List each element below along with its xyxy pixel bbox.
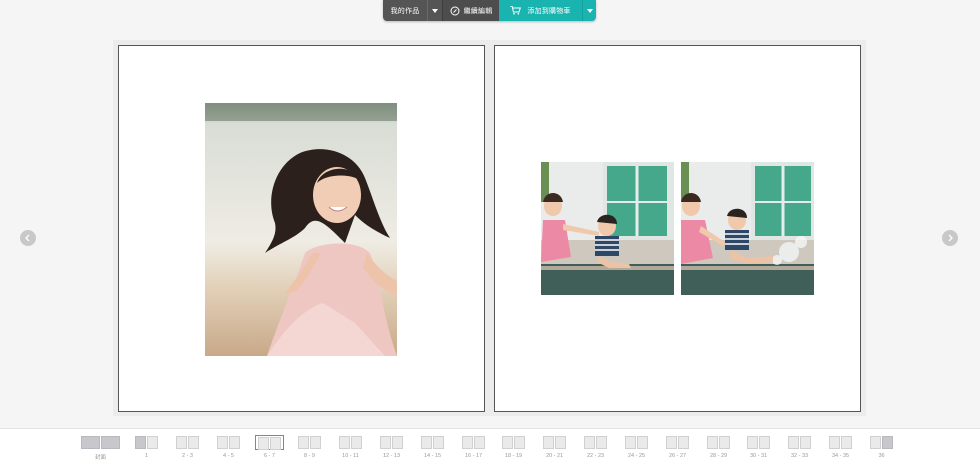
thumbnail-page-2-3[interactable]: 2 - 3 xyxy=(175,435,200,463)
thumbnail-preview xyxy=(746,435,771,450)
thumbnail-preview xyxy=(624,435,649,450)
thumbnail-preview xyxy=(787,435,812,450)
right-page[interactable] xyxy=(494,45,861,412)
thumbnail-preview xyxy=(501,435,526,450)
thumbnail-label: 4 - 5 xyxy=(222,453,234,459)
edit-icon xyxy=(450,6,460,15)
thumbnail-preview xyxy=(665,435,690,450)
add-to-cart-button[interactable]: 添加到購物車 xyxy=(499,0,582,21)
thumbnail-page-8-9[interactable]: 8 - 9 xyxy=(297,435,322,463)
thumbnail-preview xyxy=(706,435,731,450)
thumbnail-preview xyxy=(338,435,363,450)
thumbnail-label: 24 - 25 xyxy=(627,453,646,459)
book-spread xyxy=(113,40,866,416)
thumbnail-page-22-23[interactable]: 22 - 23 xyxy=(583,435,608,463)
top-toolbar: 我的作品 繼續編輯 添加到購物車 xyxy=(383,0,596,21)
next-page-button[interactable] xyxy=(942,230,958,246)
thumbnail-cover[interactable]: 封面 xyxy=(80,435,121,463)
continue-edit-label: 繼續編輯 xyxy=(463,7,493,15)
thumbnail-page-6-7[interactable]: 6 - 7 xyxy=(255,435,284,463)
thumbnail-preview xyxy=(420,435,445,450)
thumbnail-label: 32 - 33 xyxy=(790,453,809,459)
thumbnail-label: 18 - 19 xyxy=(504,453,523,459)
thumbnail-preview xyxy=(216,435,241,450)
thumbnail-label: 22 - 23 xyxy=(586,453,605,459)
add-to-cart-label: 添加到購物車 xyxy=(527,7,571,15)
kids-by-pool-photo-2[interactable] xyxy=(681,162,814,295)
my-works-label: 我的作品 xyxy=(390,7,420,15)
kids-by-pool-image-2 xyxy=(681,162,814,295)
thumbnail-preview xyxy=(461,435,486,450)
left-page[interactable] xyxy=(118,45,485,412)
thumbnail-label: 36 xyxy=(878,453,885,459)
thumbnail-preview xyxy=(134,435,159,450)
cart-dropdown-button[interactable] xyxy=(582,0,596,21)
thumbnail-page-36[interactable]: 36 xyxy=(869,435,894,463)
thumbnail-preview xyxy=(379,435,404,450)
chevron-down-icon xyxy=(432,8,438,13)
thumbnail-page-20-21[interactable]: 20 - 21 xyxy=(542,435,567,463)
thumbnail-page-4-5[interactable]: 4 - 5 xyxy=(216,435,241,463)
thumbnail-page-18-19[interactable]: 18 - 19 xyxy=(501,435,526,463)
thumbnail-page-32-33[interactable]: 32 - 33 xyxy=(787,435,812,463)
thumbnail-label: 2 - 3 xyxy=(181,453,193,459)
thumbnail-label: 6 - 7 xyxy=(263,453,275,459)
cart-icon xyxy=(510,6,522,15)
thumbnail-page-14-15[interactable]: 14 - 15 xyxy=(420,435,445,463)
thumbnail-preview xyxy=(869,435,894,450)
thumbnail-page-34-35[interactable]: 34 - 35 xyxy=(828,435,853,463)
thumbnail-label: 1 xyxy=(144,453,149,459)
thumbnail-preview xyxy=(80,435,121,450)
my-works-button[interactable]: 我的作品 xyxy=(383,0,427,21)
chevron-left-icon xyxy=(25,234,30,242)
thumbnail-preview xyxy=(297,435,322,450)
thumbnail-label: 封面 xyxy=(94,455,106,461)
girl-portrait-image xyxy=(205,103,397,356)
thumbnail-page-26-27[interactable]: 26 - 27 xyxy=(665,435,690,463)
kids-by-pool-photo-1[interactable] xyxy=(541,162,674,295)
thumbnail-page-1[interactable]: 1 xyxy=(134,435,159,463)
thumbnail-page-28-29[interactable]: 28 - 29 xyxy=(706,435,731,463)
thumbnail-page-12-13[interactable]: 12 - 13 xyxy=(379,435,404,463)
thumbnail-preview xyxy=(175,435,200,450)
prev-page-button[interactable] xyxy=(20,230,36,246)
thumbnail-label: 34 - 35 xyxy=(831,453,850,459)
thumbnail-label: 10 - 11 xyxy=(342,453,359,459)
thumbnail-preview xyxy=(542,435,567,450)
chevron-down-icon xyxy=(586,8,593,13)
continue-edit-button[interactable]: 繼續編輯 xyxy=(442,0,499,21)
thumbnail-preview xyxy=(828,435,853,450)
thumbnail-label: 30 - 31 xyxy=(749,453,768,459)
thumbnail-label: 14 - 15 xyxy=(423,453,442,459)
thumbnail-page-10-11[interactable]: 10 - 11 xyxy=(338,435,363,463)
girl-portrait-photo[interactable] xyxy=(205,103,397,356)
thumbnail-label: 28 - 29 xyxy=(709,453,728,459)
kids-by-pool-image-1 xyxy=(541,162,674,295)
thumbnail-label: 20 - 21 xyxy=(545,453,564,459)
chevron-right-icon xyxy=(948,234,953,242)
thumbnail-label: 26 - 27 xyxy=(668,453,687,459)
thumbnail-preview xyxy=(583,435,608,450)
my-works-dropdown-button[interactable] xyxy=(427,0,442,21)
thumbnail-label: 8 - 9 xyxy=(303,453,315,459)
thumbnail-page-30-31[interactable]: 30 - 31 xyxy=(746,435,771,463)
thumbnail-strip: 封面 1 2 - 3 4 - 5 6 - 7 8 - 9 10 - 11 12 … xyxy=(0,428,980,467)
thumbnail-label: 12 - 13 xyxy=(382,453,401,459)
thumbnail-preview xyxy=(255,435,284,450)
thumbnail-page-24-25[interactable]: 24 - 25 xyxy=(624,435,649,463)
thumbnail-page-16-17[interactable]: 16 - 17 xyxy=(461,435,486,463)
thumbnail-label: 16 - 17 xyxy=(464,453,483,459)
